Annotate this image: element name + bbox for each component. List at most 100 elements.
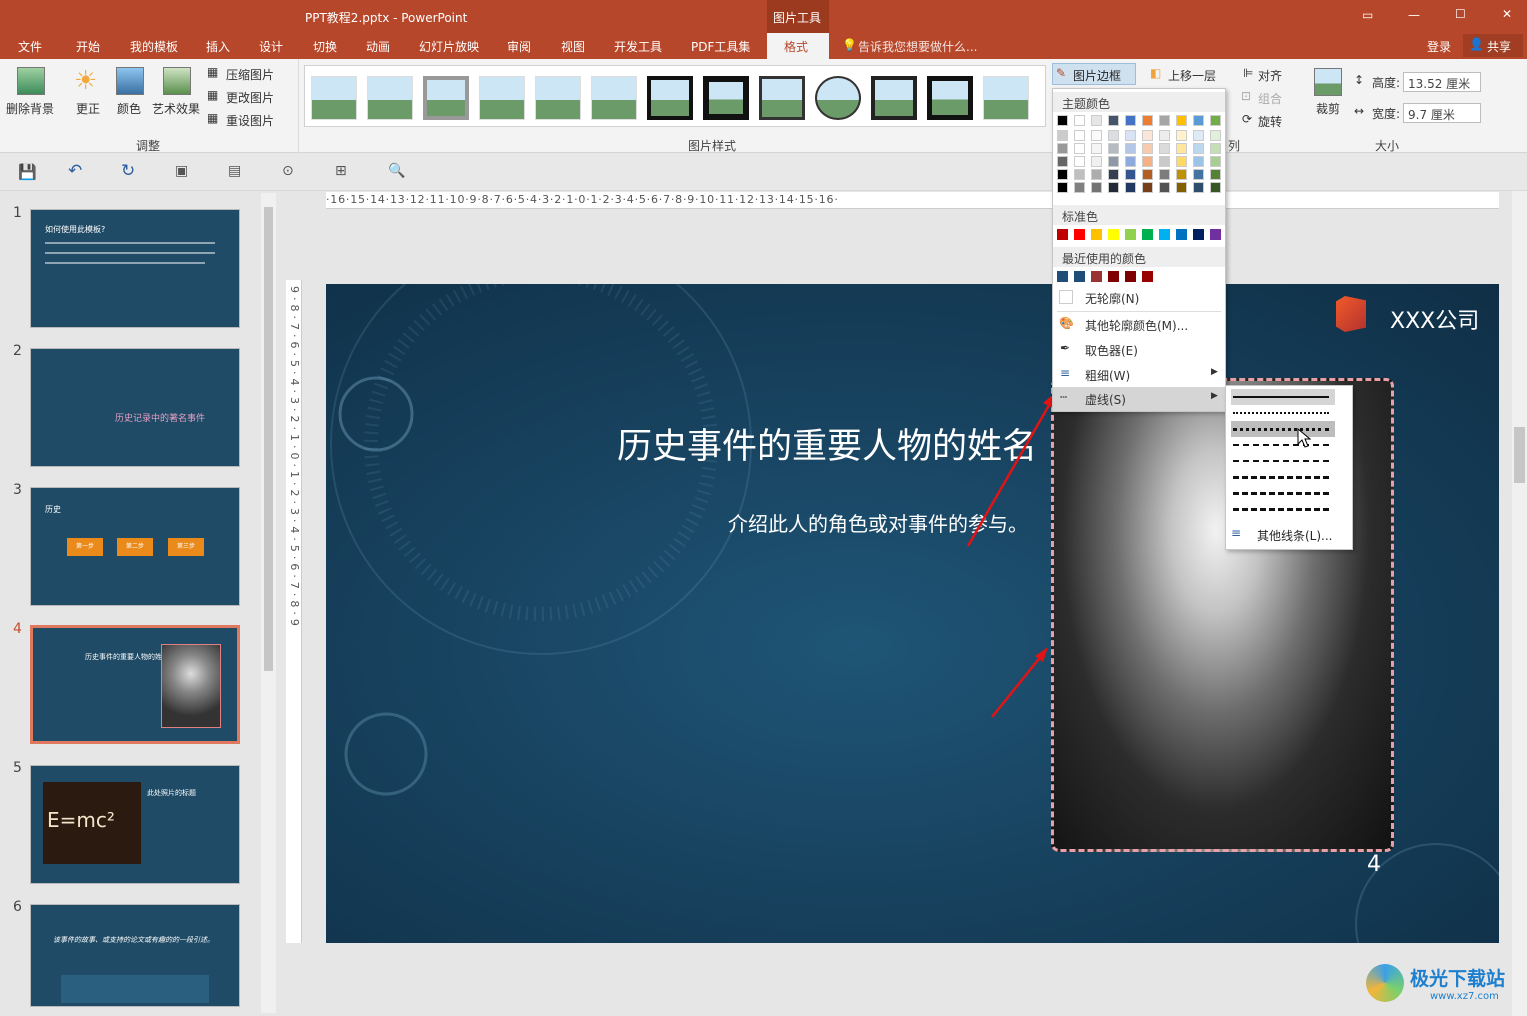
theme-color-swatch[interactable] [1142, 156, 1153, 167]
tab-slideshow[interactable]: 幻灯片放映 [419, 38, 479, 55]
color-swatch[interactable] [1210, 229, 1221, 240]
main-scrollbar[interactable] [1512, 191, 1527, 1016]
theme-color-swatch[interactable] [1193, 130, 1204, 141]
slide-thumbnail-5[interactable]: E=mc² 此处照片的标题 [30, 765, 240, 884]
slide-thumbnail-1[interactable]: 如何使用此模板? [30, 209, 240, 328]
height-input[interactable]: 13.52 厘米 [1403, 72, 1481, 92]
color-swatch[interactable] [1091, 229, 1102, 240]
color-swatch[interactable] [1142, 271, 1153, 282]
color-swatch[interactable] [1074, 271, 1085, 282]
theme-color-swatch[interactable] [1210, 130, 1221, 141]
login-link[interactable]: 登录 [1427, 38, 1451, 55]
bring-forward-button[interactable]: 上移一层 [1168, 67, 1216, 84]
dash-long-dash[interactable] [1231, 469, 1335, 485]
theme-color-swatch[interactable] [1176, 130, 1187, 141]
style-thumb-6[interactable] [591, 76, 637, 120]
theme-color-swatch[interactable] [1210, 115, 1221, 126]
style-thumb-2[interactable] [367, 76, 413, 120]
style-thumb-4[interactable] [479, 76, 525, 120]
align-button[interactable]: 对齐 [1258, 67, 1282, 84]
style-thumb-9[interactable] [759, 76, 805, 120]
dash-square-dot[interactable] [1231, 421, 1335, 437]
tab-home[interactable]: 开始 [76, 38, 100, 55]
share-button[interactable]: 👤 共享 [1463, 34, 1523, 57]
eyedropper-item[interactable]: ✒ 取色器(E) [1053, 338, 1225, 362]
rotate-button[interactable]: 旋转 [1258, 113, 1282, 130]
theme-color-swatch[interactable] [1159, 169, 1170, 180]
dash-long-dash-dot[interactable] [1231, 485, 1335, 501]
theme-color-swatch[interactable] [1057, 143, 1068, 154]
picture-border-button[interactable]: ✎ 图片边框 [1052, 63, 1136, 85]
thumbs-scrollbar[interactable] [261, 193, 276, 1013]
dashes-item[interactable]: ┅ 虚线(S) ▶ [1053, 387, 1225, 411]
theme-color-swatch[interactable] [1159, 182, 1170, 193]
color-swatch[interactable] [1108, 229, 1119, 240]
theme-color-swatch[interactable] [1142, 115, 1153, 126]
color-swatch[interactable] [1193, 229, 1204, 240]
preview-icon[interactable]: 🔍 [388, 163, 405, 179]
tab-insert[interactable]: 插入 [206, 38, 230, 55]
textbox-icon[interactable]: ▤ [228, 163, 241, 179]
theme-color-swatch[interactable] [1176, 182, 1187, 193]
tab-transitions[interactable]: 切换 [313, 38, 337, 55]
theme-color-swatch[interactable] [1057, 182, 1068, 193]
style-thumb-10[interactable] [815, 76, 861, 120]
theme-color-swatch[interactable] [1159, 130, 1170, 141]
theme-color-swatch[interactable] [1193, 169, 1204, 180]
theme-color-swatch[interactable] [1193, 115, 1204, 126]
theme-color-swatch[interactable] [1091, 156, 1102, 167]
dash-dash[interactable] [1231, 437, 1335, 453]
picture-styles-gallery[interactable] [304, 65, 1046, 127]
theme-color-swatch[interactable] [1091, 143, 1102, 154]
theme-color-swatch[interactable] [1176, 169, 1187, 180]
theme-color-swatch[interactable] [1142, 130, 1153, 141]
theme-color-swatch[interactable] [1108, 143, 1119, 154]
theme-color-swatch[interactable] [1091, 182, 1102, 193]
theme-color-swatch[interactable] [1193, 182, 1204, 193]
slide-thumbnail-3[interactable]: 历史 第一步 第二步 第三步 [30, 487, 240, 606]
change-picture-button[interactable]: 更改图片 [226, 89, 274, 106]
theme-color-swatch[interactable] [1142, 182, 1153, 193]
theme-color-swatch[interactable] [1125, 156, 1136, 167]
slide-thumbnail-6[interactable]: 该事件的故事、或支持的论文或有趣的的一段引述。 [30, 904, 240, 1007]
maximize-button[interactable]: ☐ [1455, 7, 1466, 21]
style-thumb-3[interactable] [423, 76, 469, 120]
theme-color-swatch[interactable] [1159, 115, 1170, 126]
style-thumb-13[interactable] [983, 76, 1029, 120]
theme-color-swatch[interactable] [1210, 143, 1221, 154]
theme-color-swatch[interactable] [1074, 130, 1085, 141]
theme-color-swatch[interactable] [1125, 130, 1136, 141]
color-swatch[interactable] [1125, 271, 1136, 282]
company-name[interactable]: XXX公司 [1390, 303, 1479, 335]
present-icon[interactable]: ⊙ [282, 163, 294, 179]
minimize-button[interactable]: — [1408, 8, 1420, 22]
theme-color-swatch[interactable] [1108, 130, 1119, 141]
tab-review[interactable]: 审阅 [507, 38, 531, 55]
theme-color-swatch[interactable] [1210, 169, 1221, 180]
theme-color-swatch[interactable] [1210, 182, 1221, 193]
slide-title[interactable]: 历史事件的重要人物的姓名 [617, 418, 1052, 469]
theme-color-swatch[interactable] [1074, 182, 1085, 193]
tab-animations[interactable]: 动画 [366, 38, 390, 55]
theme-color-swatch[interactable] [1074, 115, 1085, 126]
color-swatch[interactable] [1108, 271, 1119, 282]
style-thumb-12[interactable] [927, 76, 973, 120]
reset-picture-button[interactable]: 重设图片 [226, 112, 274, 129]
theme-color-swatch[interactable] [1125, 115, 1136, 126]
tab-developer[interactable]: 开发工具 [614, 38, 662, 55]
theme-color-swatch[interactable] [1193, 156, 1204, 167]
theme-color-swatch[interactable] [1057, 169, 1068, 180]
compress-pictures-button[interactable]: 压缩图片 [226, 66, 274, 83]
style-thumb-11[interactable] [871, 76, 917, 120]
tab-format[interactable]: 格式 [767, 33, 829, 59]
theme-color-swatch[interactable] [1074, 169, 1085, 180]
theme-color-swatch[interactable] [1193, 143, 1204, 154]
theme-color-swatch[interactable] [1108, 182, 1119, 193]
tab-design[interactable]: 设计 [259, 38, 283, 55]
color-swatch[interactable] [1125, 229, 1136, 240]
artistic-effects-button[interactable]: 艺术效果 [152, 100, 200, 117]
theme-color-swatch[interactable] [1159, 156, 1170, 167]
tab-pdf-tools[interactable]: PDF工具集 [691, 38, 750, 55]
corrections-button[interactable]: 更正 [76, 100, 100, 117]
more-lines-item[interactable]: ≡ 其他线条(L)... [1226, 522, 1352, 546]
